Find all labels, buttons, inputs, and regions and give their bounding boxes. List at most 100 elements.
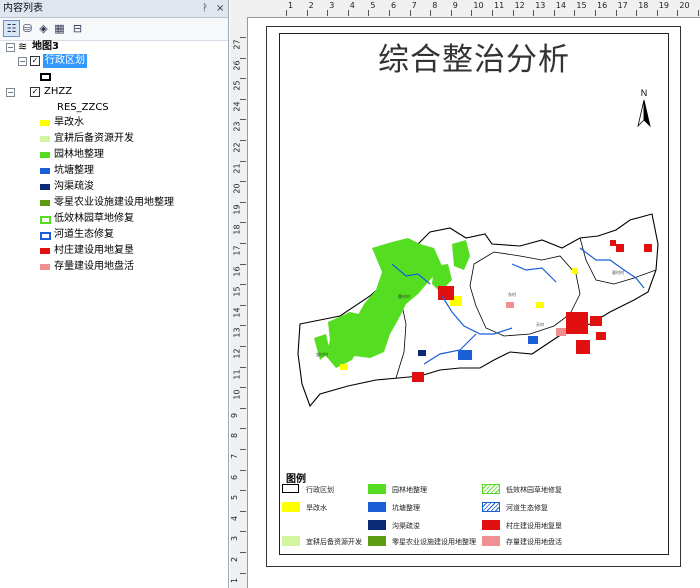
legend-swatch[interactable]: [368, 502, 386, 512]
map-canvas[interactable]: 雷村村 邹村村 天村 东村 观村村: [280, 34, 668, 464]
list-by-visibility-icon[interactable]: ◈: [36, 21, 51, 36]
class-row[interactable]: 坑塘整理: [40, 164, 220, 178]
symbol-swatch[interactable]: [40, 200, 50, 206]
layer-visibility-checkbox[interactable]: ✓: [30, 87, 40, 97]
ruler-tick: [698, 10, 699, 16]
class-label: 园林地整理: [54, 149, 104, 160]
ruler-tick: [240, 366, 246, 368]
map-frame[interactable]: 综合整治分析 N 雷村村 邹村村 天村 东村 观村村 图例 行政区划 园林地整理…: [279, 33, 669, 555]
symbol-swatch[interactable]: [40, 120, 50, 126]
class-label: 低效林园草地修复: [54, 213, 134, 224]
ruler-tick: [389, 10, 390, 16]
layer-label-zhzz[interactable]: ZHZZ: [44, 85, 72, 99]
legend-swatch[interactable]: [482, 502, 500, 512]
class-label: 旱改水: [54, 117, 84, 128]
legend-title[interactable]: 图例: [286, 470, 306, 485]
garden-land-patch: [350, 238, 442, 358]
dataframe-label: 地图3: [32, 41, 59, 52]
class-row[interactable]: 旱改水: [40, 116, 220, 130]
ruler-number: 16: [597, 1, 608, 10]
ruler-number: 25: [232, 80, 242, 91]
ruler-tick: [240, 572, 246, 574]
ruler-tick: [240, 222, 246, 224]
ruler-tick: [240, 510, 246, 512]
layer-visibility-checkbox[interactable]: ✓: [30, 56, 40, 66]
ruler-tick: [240, 160, 246, 162]
symbol-swatch[interactable]: [40, 264, 50, 270]
symbol-swatch[interactable]: [40, 232, 51, 240]
class-row[interactable]: 沟渠疏浚: [40, 180, 220, 194]
ruler-number: 10: [232, 389, 242, 400]
layer-label-admin[interactable]: 行政区划: [43, 54, 87, 68]
ruler-tick: [240, 98, 246, 100]
collapse-icon[interactable]: −: [18, 57, 27, 66]
ruler-number: 18: [232, 224, 242, 235]
ruler-number: 9: [452, 1, 458, 10]
class-row[interactable]: 零星农业设施建设用地整理: [40, 196, 220, 210]
options-icon[interactable]: ⊟: [70, 21, 85, 36]
class-row[interactable]: 存量建设用地盘活: [40, 260, 220, 274]
village-label: 东村: [508, 291, 516, 297]
symbol-swatch[interactable]: [40, 184, 50, 190]
list-by-drawing-order-icon[interactable]: ☷: [3, 20, 20, 37]
legend-swatch[interactable]: [282, 502, 300, 512]
ruler-number: 13: [232, 327, 242, 338]
admin-symbol-row[interactable]: [40, 69, 70, 83]
outline-symbol-swatch[interactable]: [40, 73, 51, 81]
dataframe-row[interactable]: − ≋ 地图3: [4, 40, 204, 54]
ruler-number: 6: [230, 474, 240, 480]
legend-swatch[interactable]: [482, 484, 500, 494]
village-reclaim-patch: [438, 286, 454, 300]
ruler-tick: [240, 243, 246, 244]
ruler-number: 24: [232, 101, 242, 112]
ruler-tick: [240, 201, 246, 203]
pin-icon[interactable]: ᚹ: [202, 0, 208, 17]
toc-title-bar: 内容列表 ᚹ ×: [0, 0, 228, 18]
symbol-swatch[interactable]: [40, 136, 50, 142]
legend-swatch[interactable]: [482, 536, 500, 546]
symbol-swatch[interactable]: [40, 248, 50, 254]
ruler-number: 14: [555, 1, 566, 10]
legend-swatch[interactable]: [368, 520, 386, 530]
legend-swatch[interactable]: [482, 520, 500, 530]
collapse-icon[interactable]: −: [6, 43, 15, 52]
ruler-tick: [368, 10, 370, 16]
legend-swatch[interactable]: [368, 536, 386, 546]
legend-label: 存量建设用地盘活: [506, 538, 562, 546]
symbol-swatch[interactable]: [40, 168, 50, 174]
ruler-tick: [240, 284, 246, 286]
legend-swatch[interactable]: [368, 484, 386, 494]
ruler-tick: [240, 78, 246, 80]
class-row[interactable]: 园林地整理: [40, 148, 220, 162]
ruler-tick: [574, 10, 576, 16]
symbol-swatch[interactable]: [40, 152, 50, 158]
layer-row-zhzz[interactable]: − ✓ ZHZZ: [4, 85, 204, 99]
class-row[interactable]: 村庄建设用地复垦: [40, 244, 220, 258]
list-by-selection-icon[interactable]: ▦: [52, 21, 67, 36]
legend-swatch[interactable]: [282, 484, 299, 493]
class-row[interactable]: 低效林园草地修复: [40, 212, 220, 226]
legend-label: 坑塘整理: [392, 504, 420, 512]
list-by-source-icon[interactable]: ⛁: [20, 21, 35, 36]
ruler-number: 3: [230, 536, 240, 542]
layout-page[interactable]: 综合整治分析 N 雷村村 邹村村 天村 东村 观村村 图例 行政区划 园林地整理…: [266, 26, 681, 567]
ruler-number: 11: [232, 369, 242, 380]
layout-view[interactable]: 123456789101112131415161718192021 272625…: [230, 0, 700, 588]
legend-swatch[interactable]: [282, 536, 300, 546]
ruler-number: 18: [638, 1, 649, 10]
ruler-number: 22: [232, 142, 242, 153]
stock-construction-patch: [506, 302, 514, 308]
symbol-swatch[interactable]: [40, 216, 51, 224]
ruler-number: 3: [329, 1, 335, 10]
close-icon[interactable]: ×: [216, 0, 224, 17]
horizontal-ruler: 123456789101112131415161718192021: [230, 0, 700, 18]
ruler-tick: [450, 10, 452, 16]
class-row[interactable]: 宜耕后备资源开发: [40, 132, 220, 146]
legend-label: 旱改水: [306, 504, 327, 512]
garden-land-patch: [452, 240, 470, 270]
collapse-icon[interactable]: −: [6, 88, 15, 97]
layer-row-admin[interactable]: − ✓ 行政区划: [16, 54, 216, 68]
village-reclaim-patch: [566, 312, 588, 334]
ruler-tick: [240, 304, 246, 306]
class-row[interactable]: 河道生态修复: [40, 228, 220, 242]
